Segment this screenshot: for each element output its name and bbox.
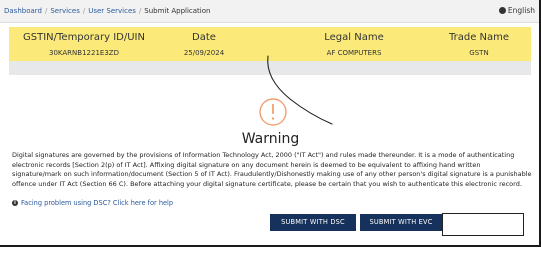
language-selector[interactable]: English <box>498 6 535 15</box>
section-divider <box>9 61 531 75</box>
trade-name-column: Trade Name GSTN <box>434 27 524 57</box>
date-value: 25/09/2024 <box>183 49 225 57</box>
dsc-help-label: Facing problem using DSC? Click here for… <box>21 199 174 207</box>
breadcrumb: Dashboard / Services / User Services / Submit … <box>4 7 210 15</box>
gstin-header: GSTIN/Temporary ID/UIN <box>23 32 145 43</box>
submit-with-dsc-button[interactable]: SUBMIT WITH DSC <box>270 214 356 231</box>
date-column: Date 25/09/2024 <box>159 27 249 57</box>
globe-icon <box>498 7 506 14</box>
breadcrumb-current: Submit Application <box>144 7 211 15</box>
legal-name-column: Legal Name AF COMPUTERS <box>299 27 409 57</box>
breadcrumb-separator: / <box>82 7 86 15</box>
exclamation-circle-icon <box>259 98 287 126</box>
blank-box <box>442 213 524 236</box>
gstin-column: GSTIN/Temporary ID/UIN 30KARNB1221E3ZD <box>19 27 149 57</box>
submit-with-evc-button[interactable]: SUBMIT WITH EVC <box>360 214 442 231</box>
gstin-value: 30KARNB1221E3ZD <box>49 49 119 57</box>
info-circle-icon: i <box>12 200 18 206</box>
trade-name-header: Trade Name <box>448 32 510 43</box>
breadcrumb-bar: Dashboard / Services / User Services / Submit … <box>0 0 539 23</box>
warning-text: Digital signatures are governed by the p… <box>12 151 532 188</box>
language-label: English <box>507 6 535 15</box>
date-header: Date <box>192 32 216 43</box>
taxpayer-info-bar: GSTIN/Temporary ID/UIN 30KARNB1221E3ZD D… <box>9 27 531 61</box>
trade-name-value: GSTN <box>469 49 489 57</box>
breadcrumb-services[interactable]: Services <box>50 7 80 15</box>
dsc-help-link[interactable]: i Facing problem using DSC? Click here f… <box>12 199 173 207</box>
breadcrumb-dashboard[interactable]: Dashboard <box>4 7 42 15</box>
warning-title: Warning <box>241 131 300 147</box>
legal-name-header: Legal Name <box>324 32 384 43</box>
breadcrumb-user-services[interactable]: User Services <box>88 7 136 15</box>
legal-name-value: AF COMPUTERS <box>326 49 382 57</box>
